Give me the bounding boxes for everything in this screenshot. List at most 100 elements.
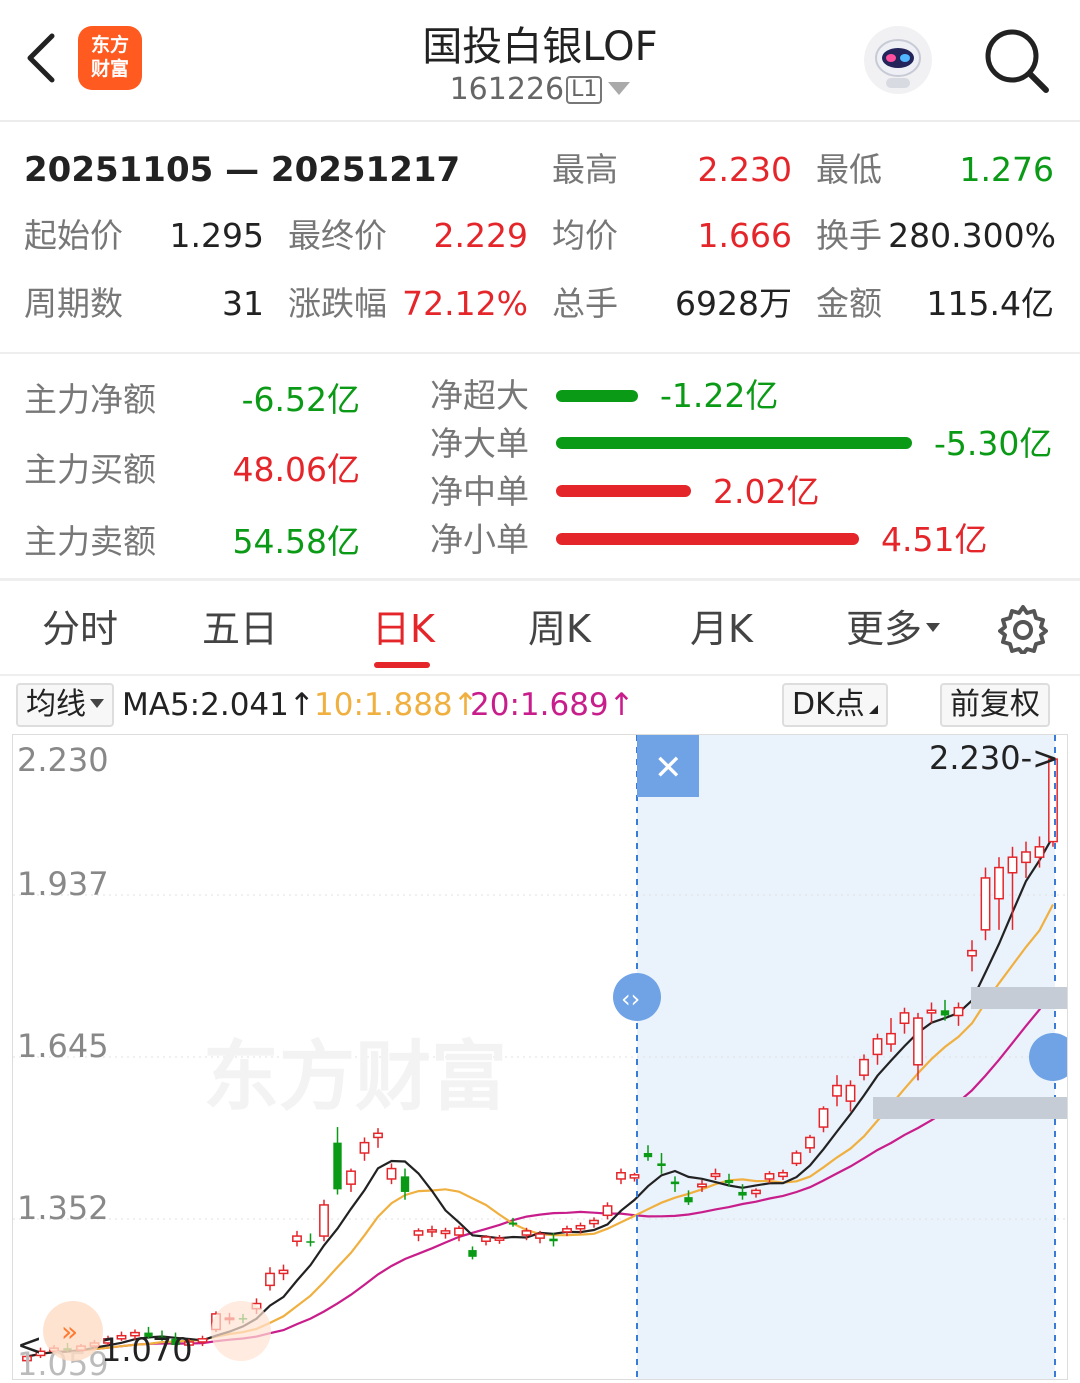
y-axis-label: 1.352 (17, 1189, 109, 1227)
dk-point-button[interactable]: DK点 (782, 683, 888, 727)
dk-point-label: DK点 (792, 687, 865, 722)
volume-value: 6928万 (675, 284, 792, 323)
candle-body (629, 1174, 640, 1179)
candle-body (494, 1237, 505, 1241)
candle-body (1021, 851, 1031, 864)
candle-body (859, 1058, 869, 1076)
drag-handle-icon: ‹› (621, 985, 640, 1013)
tab-more-label: 更多 (846, 607, 923, 651)
candle-body (724, 1180, 734, 1184)
robot-assistant-icon[interactable] (862, 24, 934, 96)
amount-label: 金额 (816, 284, 882, 323)
change-value: 72.12% (402, 284, 528, 323)
y-axis-label: 1.645 (17, 1027, 109, 1065)
flow-value-medium: 2.02亿 (713, 472, 820, 511)
ma-selector[interactable]: 均线 (16, 683, 114, 727)
candle-body (738, 1191, 747, 1196)
top-bar: 东方 财富 国投白银LOF 161226 L1 (0, 0, 1080, 122)
candle-body (657, 1163, 666, 1166)
flow-bar-super-large (556, 390, 638, 402)
min-price-marker: 1.070 (101, 1331, 193, 1369)
moving-average-bar: 均线 MA5:2.041↑ 10:1.888↑ 20:1.689↑ DK点 前复… (0, 680, 1080, 732)
periods-value: 31 (222, 284, 264, 323)
candle-body (818, 1108, 829, 1128)
y-axis-label: 2.230 (17, 741, 109, 779)
candle-body (751, 1189, 761, 1195)
tab-intraday[interactable]: 分时 (42, 606, 118, 652)
candle-body (697, 1183, 707, 1188)
start-price-label: 起始价 (24, 216, 123, 255)
candle-body (778, 1171, 788, 1178)
candle-body (967, 949, 977, 957)
tab-five-day[interactable]: 五日 (202, 606, 278, 652)
candle-body (602, 1205, 613, 1217)
candle-body (616, 1171, 626, 1180)
candlestick (346, 1168, 356, 1192)
fund-code: 161226 (449, 72, 565, 107)
tab-monthly-k[interactable]: 月K (690, 606, 753, 652)
candlestick (197, 1335, 208, 1347)
candle-body (764, 1173, 775, 1180)
flow-label-medium: 净中单 (430, 472, 529, 511)
candlestick (616, 1168, 626, 1185)
candle-body (980, 877, 991, 931)
tab-daily-k[interactable]: 日K (372, 606, 435, 652)
watermark: 东方财富 (203, 1032, 507, 1121)
flow-bar-medium (556, 485, 691, 497)
tab-more[interactable]: 更多 (846, 606, 941, 652)
flow-label-super-large: 净超大 (430, 376, 529, 415)
candle-body (684, 1197, 693, 1203)
max-price-marker: 2.230-> (929, 739, 1059, 777)
candle-body (197, 1338, 208, 1343)
final-price-label: 最终价 (288, 216, 387, 255)
candlestick (494, 1235, 505, 1244)
candlestick (468, 1246, 477, 1260)
candle-body (549, 1238, 558, 1242)
candlestick (440, 1227, 451, 1239)
candlestick (373, 1128, 383, 1148)
caret-down-icon (90, 699, 104, 708)
candle-body (333, 1142, 342, 1190)
flow-value-super-large: -1.22亿 (660, 376, 779, 415)
final-price-value: 2.229 (433, 216, 528, 255)
candle-body (913, 1017, 923, 1066)
tab-weekly-k[interactable]: 周K (528, 606, 591, 652)
scroll-indicator-icon[interactable] (211, 1301, 271, 1361)
candle-body (562, 1228, 572, 1233)
kline-chart[interactable]: 东方财富 2.230 1.937 1.645 1.352 ✕ ‹› 2.230-… (12, 734, 1077, 1383)
candle-body (292, 1235, 302, 1242)
candlestick (481, 1235, 491, 1246)
candle-body (413, 1230, 424, 1236)
candle-body (710, 1173, 721, 1178)
search-icon[interactable] (982, 26, 1050, 94)
candle-body (386, 1167, 397, 1180)
candle-body (319, 1204, 329, 1237)
corner-arrow-icon (868, 705, 878, 714)
candlestick (319, 1199, 329, 1242)
period-tabs: 分时 五日 日K 周K 月K 更多 (0, 582, 1080, 676)
avg-price-value: 1.666 (697, 216, 792, 255)
candle-body (953, 1006, 964, 1017)
price-level-band (873, 1097, 1067, 1119)
kline-svg[interactable]: 东方财富 2.230 1.937 1.645 1.352 ✕ ‹› 2.230-… (13, 735, 1077, 1383)
adjust-mode-button[interactable]: 前复权 (940, 683, 1050, 727)
candle-body (940, 1010, 950, 1016)
gear-icon[interactable] (998, 604, 1048, 654)
y-axis-label: 1.937 (17, 865, 109, 903)
period-stats-panel: 20251105 — 20251217 最高 2.230 最低 1.276 起始… (0, 124, 1080, 352)
close-icon[interactable]: ✕ (654, 748, 683, 788)
candle-body (278, 1269, 289, 1275)
main-buy-value: 48.06亿 (232, 450, 360, 489)
divider (0, 578, 1080, 581)
candlestick (980, 867, 991, 941)
caret-down-icon (608, 82, 631, 95)
candlestick (265, 1267, 275, 1291)
candlestick (386, 1163, 397, 1185)
candle-body (535, 1233, 545, 1239)
candle-body (454, 1227, 464, 1236)
main-net-label: 主力净额 (24, 380, 156, 419)
candle-body (427, 1229, 437, 1233)
ma10-readout: 10:1.888↑ (314, 687, 479, 723)
ma-selector-label: 均线 (26, 687, 86, 722)
candle-body (346, 1170, 356, 1185)
